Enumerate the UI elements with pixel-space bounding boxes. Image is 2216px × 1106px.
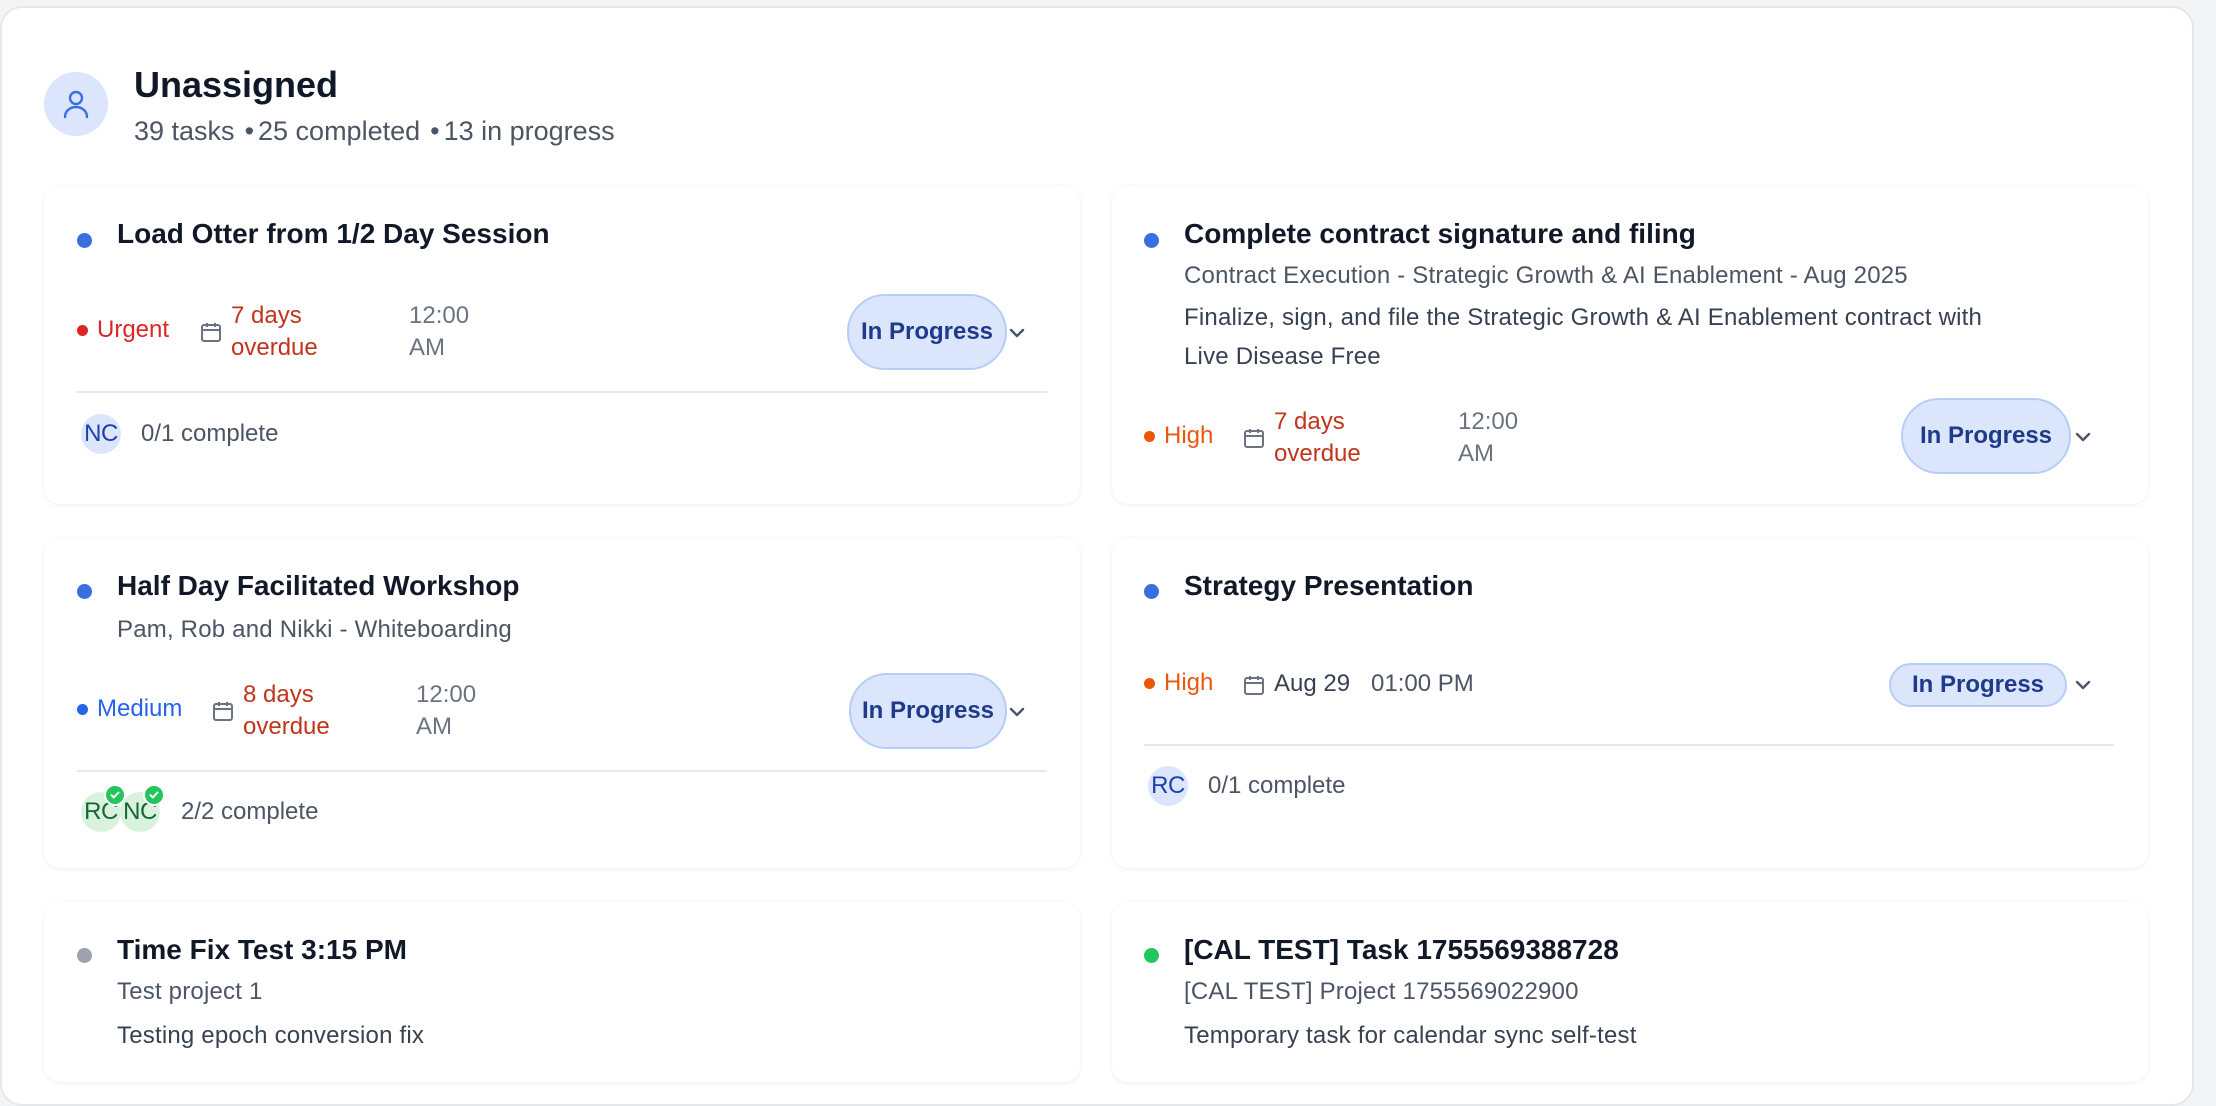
- subtask-progress: 0/1 complete: [141, 420, 279, 447]
- task-title[interactable]: Load Otter from 1/2 Day Session: [117, 218, 550, 250]
- due-time: 12:00 AM: [409, 302, 470, 361]
- chevron-down-icon[interactable]: [2072, 674, 2094, 696]
- task-card-cal-test[interactable]: [CAL TEST] Task 1755569388728 [CAL TEST]…: [1112, 902, 2148, 1082]
- priority-dot: [77, 324, 88, 336]
- due-time: 12:00 AM: [416, 681, 477, 740]
- group-header: Unassigned 39 tasks • 25 completed • 13 in p…: [44, 64, 744, 164]
- calendar-icon: [1244, 676, 1264, 695]
- subtask-progress: 0/1 complete: [1208, 772, 1346, 799]
- subtask-progress: 2/2 complete: [181, 798, 319, 825]
- task-title[interactable]: Strategy Presentation: [1184, 570, 1473, 602]
- card-divider: [77, 391, 1047, 393]
- task-status-dot: [1144, 233, 1159, 248]
- task-title[interactable]: Complete contract signature and filing: [1184, 218, 1696, 250]
- stat-total-tasks: 39 tasks: [134, 116, 235, 146]
- calendar-icon: [1244, 429, 1264, 448]
- task-card-contract[interactable]: Complete contract signature and filing C…: [1112, 186, 2148, 504]
- card-divider: [77, 770, 1047, 772]
- priority-dot: [1144, 677, 1155, 689]
- task-card-time-fix[interactable]: Time Fix Test 3:15 PM Test project 1 Tes…: [44, 902, 1080, 1082]
- task-title[interactable]: Time Fix Test 3:15 PM: [117, 934, 407, 966]
- status-dropdown[interactable]: In Progress: [1889, 663, 2067, 707]
- task-status-dot: [77, 948, 92, 963]
- priority-dot: [1144, 430, 1155, 442]
- task-title[interactable]: [CAL TEST] Task 1755569388728: [1184, 934, 1619, 966]
- priority-badge: Medium: [77, 695, 182, 723]
- due-time: 12:00 AM: [1458, 408, 1519, 467]
- chevron-down-icon[interactable]: [1006, 701, 1028, 723]
- task-project: Test project 1: [117, 978, 263, 1005]
- stat-completed: 25 completed: [258, 116, 421, 146]
- priority-dot: [77, 703, 88, 715]
- calendar-icon: [201, 323, 221, 342]
- priority-badge: High: [1144, 669, 1213, 697]
- chevron-down-icon[interactable]: [2072, 426, 2094, 448]
- task-description: Testing epoch conversion fix: [117, 1022, 425, 1049]
- task-project: Pam, Rob and Nikki - Whiteboarding: [117, 616, 512, 643]
- status-dropdown[interactable]: In Progress: [847, 294, 1007, 370]
- task-status-dot: [77, 584, 92, 599]
- card-divider: [1144, 744, 2114, 746]
- due-date: Aug 29: [1274, 670, 1351, 697]
- task-card-load-otter[interactable]: Load Otter from 1/2 Day Session Urgent 7…: [44, 186, 1080, 504]
- task-project: Contract Execution - Strategic Growth & …: [1184, 262, 1908, 289]
- task-description: Finalize, sign, and file the Strategic G…: [1184, 304, 1983, 370]
- due-date: 7 days overdue: [231, 302, 318, 361]
- priority-badge: Urgent: [77, 316, 169, 344]
- due-date: 7 days overdue: [1274, 408, 1361, 467]
- avatar: NC: [81, 414, 121, 454]
- chevron-down-icon[interactable]: [1006, 322, 1028, 344]
- stat-in-progress: 13 in progress: [443, 116, 615, 146]
- priority-badge: High: [1144, 422, 1213, 450]
- due-time: 01:00 PM: [1371, 670, 1474, 697]
- task-status-dot: [1144, 584, 1159, 599]
- group-stats: 39 tasks • 25 completed • 13 in progress: [134, 116, 615, 146]
- status-dropdown[interactable]: In Progress: [849, 673, 1007, 749]
- task-project: [CAL TEST] Project 1755569022900: [1184, 978, 1579, 1005]
- task-status-dot: [77, 233, 92, 248]
- user-icon: [44, 72, 108, 136]
- task-title[interactable]: Half Day Facilitated Workshop: [117, 570, 519, 602]
- task-card-workshop[interactable]: Half Day Facilitated Workshop Pam, Rob a…: [44, 538, 1080, 868]
- group-title: Unassigned: [134, 64, 339, 105]
- task-card-strategy[interactable]: Strategy Presentation High Aug 29 01:00 …: [1112, 538, 2148, 868]
- task-status-dot: [1144, 948, 1159, 963]
- avatar: RC: [1148, 766, 1188, 806]
- due-date: 8 days overdue: [243, 681, 330, 740]
- task-description: Temporary task for calendar sync self-te…: [1184, 1022, 1637, 1049]
- calendar-icon: [213, 702, 233, 721]
- status-dropdown[interactable]: In Progress: [1901, 398, 2071, 474]
- check-icon: [143, 784, 165, 806]
